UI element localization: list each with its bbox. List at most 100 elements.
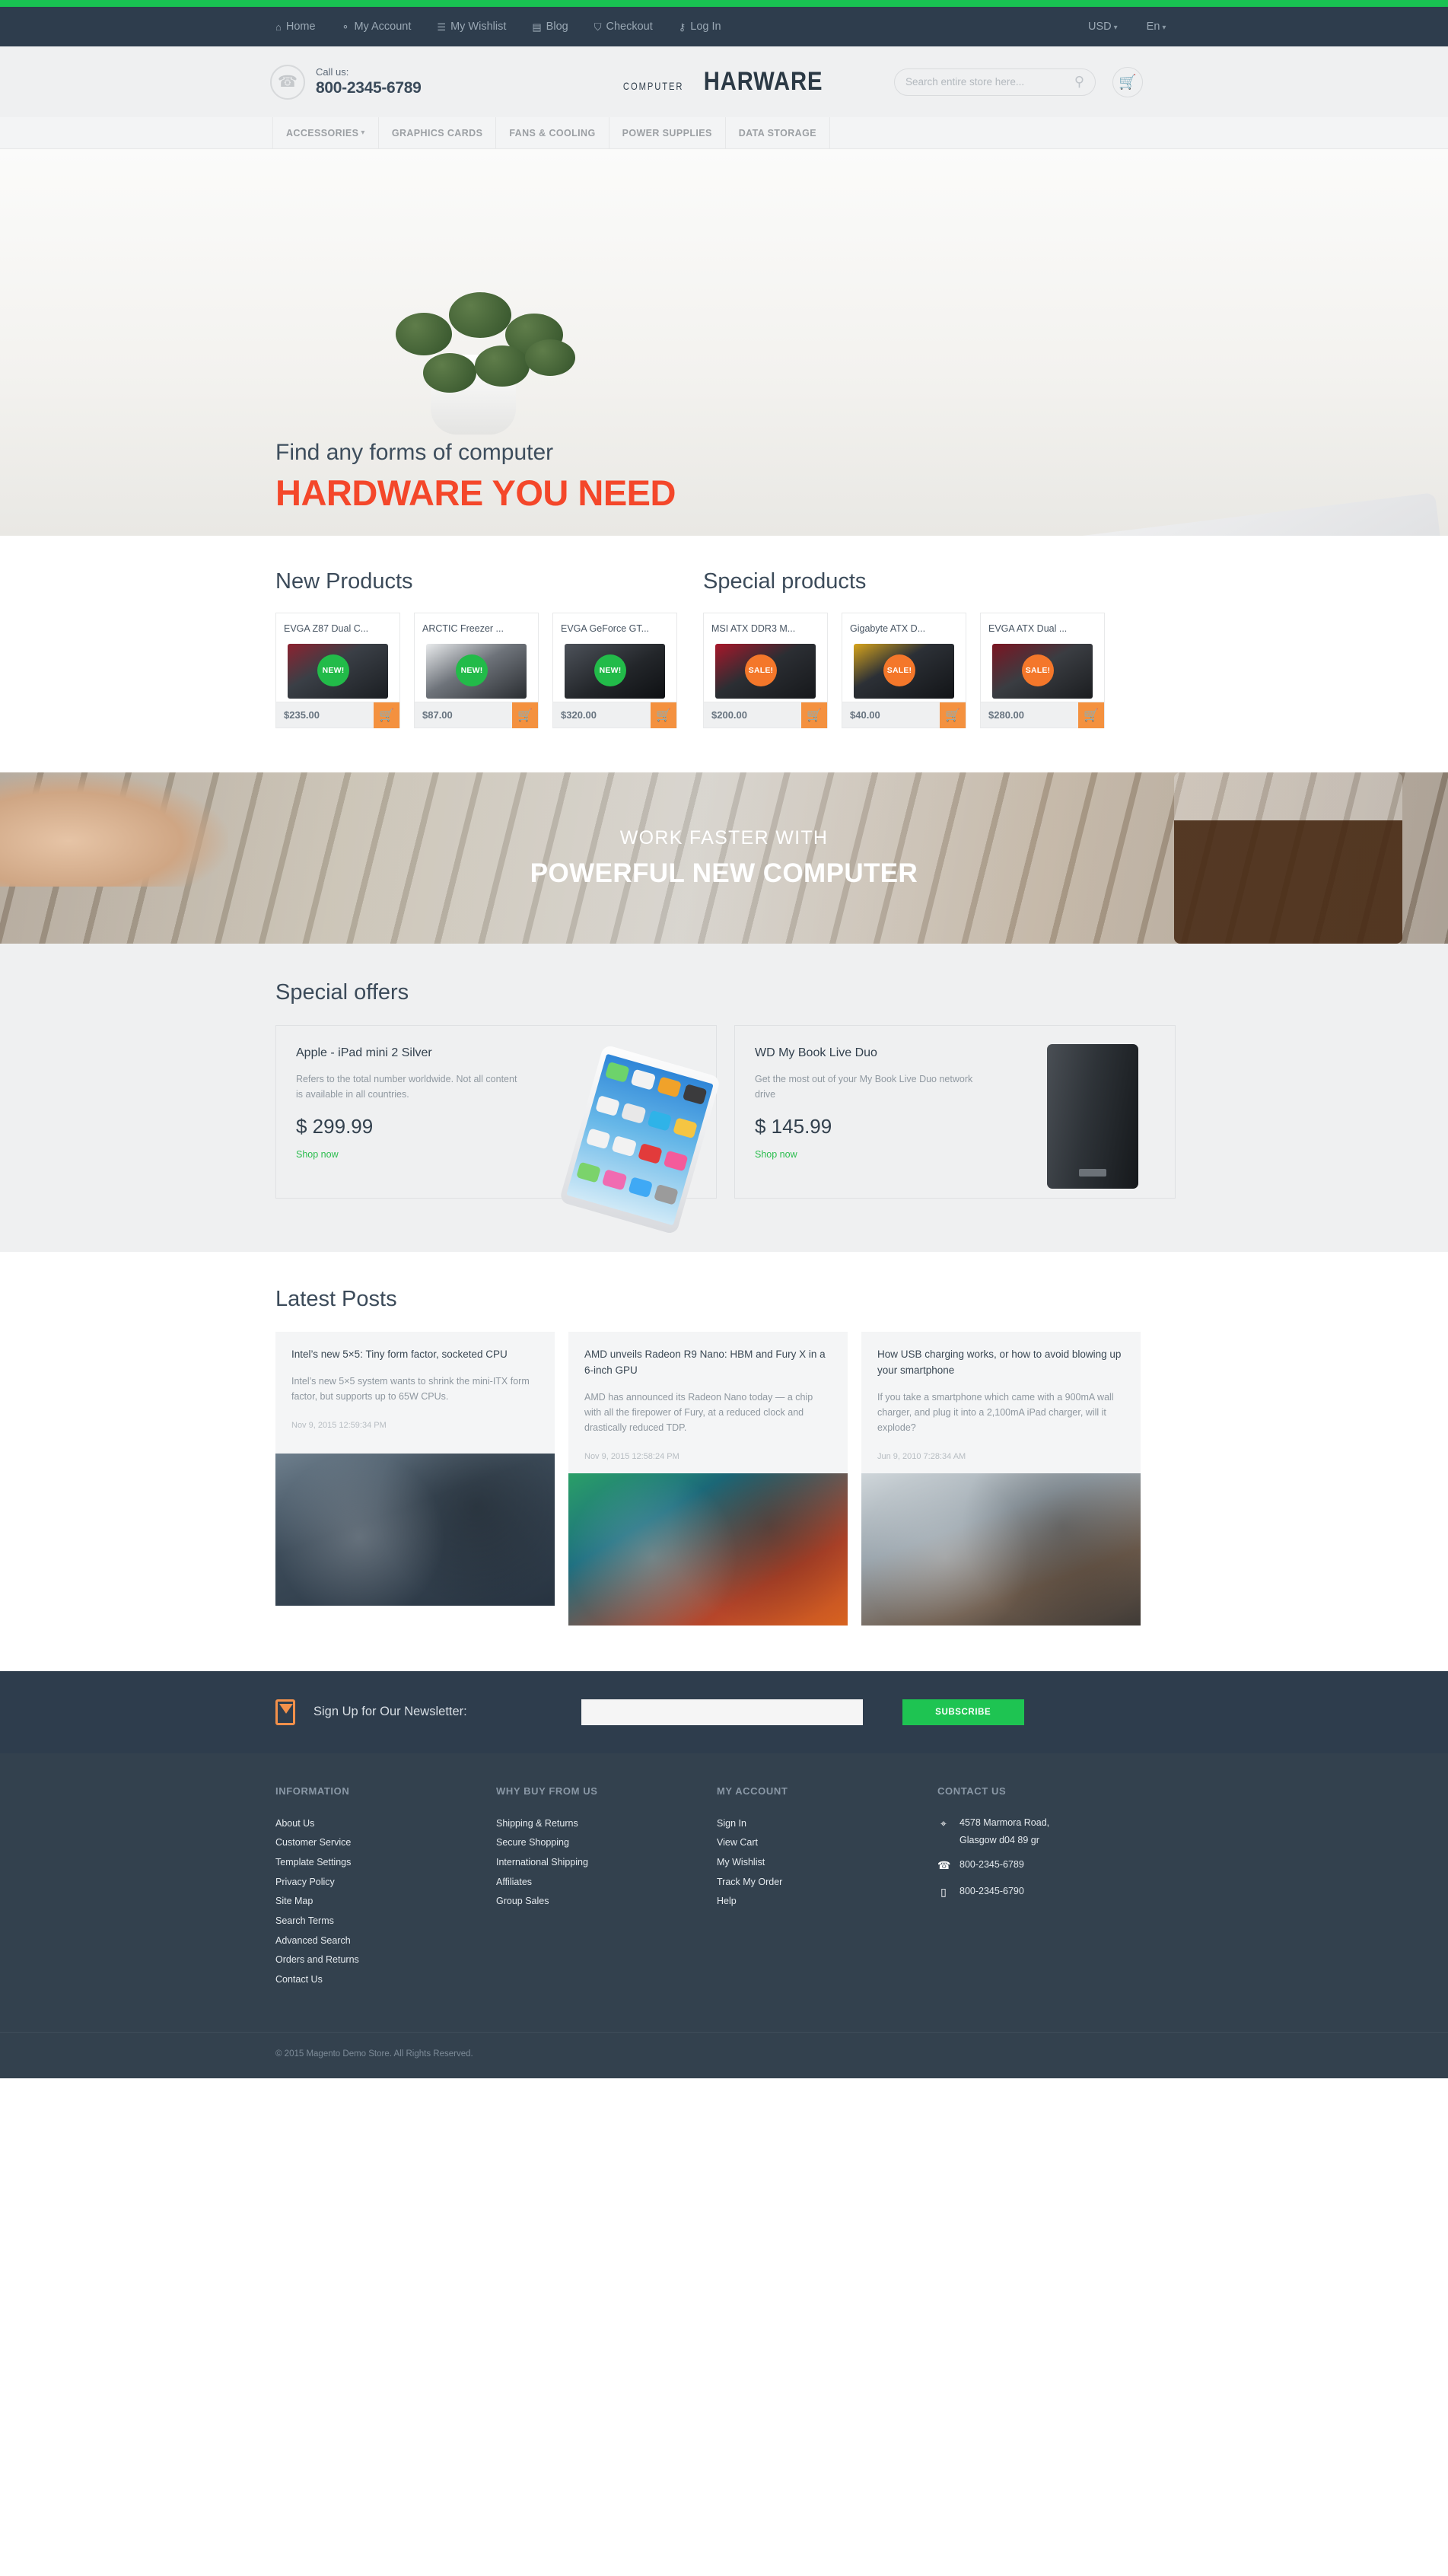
product-card[interactable]: MSI ATX DDR3 M... SALE! $200.00 🛒 xyxy=(703,613,828,728)
add-to-cart-button[interactable]: 🛒 xyxy=(801,702,827,728)
top-nav-item-label: Checkout xyxy=(606,21,653,33)
footer-column-heading: CONTACT US xyxy=(937,1785,1007,1797)
footer-link[interactable]: Contact Us xyxy=(275,1970,496,1990)
footer-link[interactable]: About Us xyxy=(275,1814,496,1834)
footer-link[interactable]: Site Map xyxy=(275,1892,496,1912)
post-card[interactable]: How USB charging works, or how to avoid … xyxy=(861,1332,1141,1626)
footer-link[interactable]: Track My Order xyxy=(717,1873,937,1893)
blog-icon: ▤ xyxy=(532,21,542,33)
app-icon-decor xyxy=(630,1068,656,1091)
subscribe-button[interactable]: SUBSCRIBE xyxy=(902,1699,1024,1725)
footer-link[interactable]: Advanced Search xyxy=(275,1931,496,1951)
nav-item-label: FANS & COOLING xyxy=(509,127,596,139)
app-icon-decor xyxy=(637,1142,663,1164)
product-price: $235.00 xyxy=(284,709,320,721)
post-title[interactable]: Intel’s new 5×5: Tiny form factor, socke… xyxy=(291,1347,539,1363)
contact-row: ☎ 800-2345-6789 xyxy=(937,1856,1196,1876)
special-products-column: Special products MSI ATX DDR3 M... SALE! $… xyxy=(703,569,1105,728)
shop-now-link[interactable]: Shop now xyxy=(296,1149,339,1160)
nav-item-power-supplies[interactable]: POWER SUPPLIES xyxy=(609,117,726,148)
footer-link[interactable]: Sign In xyxy=(717,1814,937,1834)
nav-item-graphics-cards[interactable]: GRAPHICS CARDS xyxy=(379,117,497,148)
product-card[interactable]: EVGA ATX Dual ... SALE! $280.00 🛒 xyxy=(980,613,1105,728)
app-icon-decor xyxy=(663,1150,689,1172)
footer-link[interactable]: Affiliates xyxy=(496,1873,717,1893)
product-price: $87.00 xyxy=(422,709,453,721)
footer-link[interactable]: Secure Shopping xyxy=(496,1833,717,1853)
newsletter-email-input[interactable] xyxy=(581,1699,863,1725)
envelope-icon xyxy=(275,1699,295,1725)
footer-link[interactable]: Search Terms xyxy=(275,1912,496,1931)
footer-link[interactable]: International Shipping xyxy=(496,1853,717,1873)
app-icon-decor xyxy=(647,1110,673,1132)
offer-card[interactable]: Apple - iPad mini 2 Silver Refers to the … xyxy=(275,1025,721,1235)
footer-column-heading: WHY BUY FROM US xyxy=(496,1785,598,1797)
post-date: Nov 9, 2015 12:59:34 PM xyxy=(291,1420,387,1430)
post-title[interactable]: AMD unveils Radeon R9 Nano: HBM and Fury… xyxy=(584,1347,832,1379)
app-icon-decor xyxy=(628,1176,654,1198)
app-icon-decor xyxy=(621,1102,647,1124)
nav-item-data-storage[interactable]: DATA STORAGE xyxy=(726,117,830,148)
footer-link[interactable]: Shipping & Returns xyxy=(496,1814,717,1834)
footer-link[interactable]: Group Sales xyxy=(496,1892,717,1912)
post-card[interactable]: Intel’s new 5×5: Tiny form factor, socke… xyxy=(275,1332,555,1626)
footer-link[interactable]: View Cart xyxy=(717,1833,937,1853)
nav-item-label: ACCESSORIES xyxy=(286,127,359,139)
offer-card[interactable]: WD My Book Live Duo Get the most out of y… xyxy=(734,1025,1176,1199)
product-footer: $87.00 🛒 xyxy=(415,702,538,728)
footer-contact-column: CONTACT US ⌖ 4578 Marmora Road, Glasgow d04… xyxy=(937,1785,1196,1990)
ipad-product-image xyxy=(559,1044,721,1235)
product-card[interactable]: EVGA Z87 Dual C... NEW! $235.00 🛒 xyxy=(275,613,400,728)
add-to-cart-button[interactable]: 🛒 xyxy=(940,702,966,728)
shop-now-link[interactable]: Shop now xyxy=(755,1149,797,1160)
post-title[interactable]: How USB charging works, or how to avoid … xyxy=(877,1347,1125,1379)
add-to-cart-button[interactable]: 🛒 xyxy=(374,702,399,728)
post-date: Nov 9, 2015 12:58:24 PM xyxy=(584,1451,679,1461)
footer-link[interactable]: Template Settings xyxy=(275,1853,496,1873)
site-logo[interactable]: COMPUTER HARWARE xyxy=(0,68,1448,96)
footer-link[interactable]: Privacy Policy xyxy=(275,1873,496,1893)
nav-item-fans-cooling[interactable]: FANS & COOLING xyxy=(496,117,609,148)
add-to-cart-button[interactable]: 🛒 xyxy=(651,702,676,728)
special-products-grid: MSI ATX DDR3 M... SALE! $200.00 🛒 Gigabyte A… xyxy=(703,613,1105,728)
cart-icon[interactable]: 🛒 xyxy=(1112,66,1143,97)
product-card[interactable]: ARCTIC Freezer ... NEW! $87.00 🛒 xyxy=(414,613,539,728)
nav-item-accessories[interactable]: ACCESSORIES ▾ xyxy=(272,117,379,148)
footer-link[interactable]: Orders and Returns xyxy=(275,1950,496,1970)
ipad-screen-decor xyxy=(566,1053,714,1226)
footer-column-heading: INFORMATION xyxy=(275,1785,350,1797)
post-card[interactable]: AMD unveils Radeon R9 Nano: HBM and Fury… xyxy=(568,1332,848,1626)
post-image-overlay xyxy=(275,1454,555,1606)
footer-link[interactable]: My Wishlist xyxy=(717,1853,937,1873)
newsletter-bar: Sign Up for Our Newsletter: SUBSCRIBE xyxy=(0,1670,1448,1753)
app-icon-decor xyxy=(595,1094,621,1116)
chevron-down-icon: ▾ xyxy=(1162,24,1166,32)
add-to-cart-button[interactable]: 🛒 xyxy=(1078,702,1104,728)
product-card[interactable]: Gigabyte ATX D... SALE! $40.00 🛒 xyxy=(842,613,966,728)
top-nav-item[interactable]: ⚬ My Account xyxy=(342,21,412,33)
app-icon-decor xyxy=(602,1168,628,1190)
search-icon[interactable]: ⚲ xyxy=(1074,74,1084,90)
wd-drive-product-image xyxy=(1047,1044,1138,1189)
footer-link[interactable]: Help xyxy=(717,1892,937,1912)
language-switcher[interactable]: En ▾ xyxy=(1147,21,1166,33)
top-nav-item[interactable]: ⛉ Checkout xyxy=(594,21,653,33)
top-nav-item[interactable]: ⌂ Home xyxy=(275,21,316,33)
latest-posts-section: Latest Posts Intel’s new 5×5: Tiny form … xyxy=(0,1252,1448,1671)
search-input[interactable] xyxy=(905,76,1074,88)
search-box[interactable]: ⚲ xyxy=(894,68,1096,96)
offer-description: Get the most out of your My Book Live Du… xyxy=(755,1074,973,1100)
hero-leaf-decor xyxy=(525,339,575,376)
product-badge: NEW! xyxy=(317,654,349,686)
footer-columns: INFORMATION About Us Customer Service Templ… xyxy=(275,1785,1448,1990)
add-to-cart-button[interactable]: 🛒 xyxy=(512,702,538,728)
post-body: Intel’s new 5×5: Tiny form factor, socke… xyxy=(275,1332,555,1454)
footer-link[interactable]: Customer Service xyxy=(275,1833,496,1853)
top-nav-item[interactable]: ☰ My Wishlist xyxy=(437,21,506,33)
top-nav-item[interactable]: ▤ Blog xyxy=(532,21,568,33)
key-icon: ⚷ xyxy=(678,21,686,33)
phone-icon: ☎ xyxy=(937,1859,951,1872)
product-card[interactable]: EVGA GeForce GT... NEW! $320.00 🛒 xyxy=(552,613,677,728)
top-nav-item[interactable]: ⚷ Log In xyxy=(679,21,721,33)
currency-switcher[interactable]: USD ▾ xyxy=(1088,21,1118,33)
